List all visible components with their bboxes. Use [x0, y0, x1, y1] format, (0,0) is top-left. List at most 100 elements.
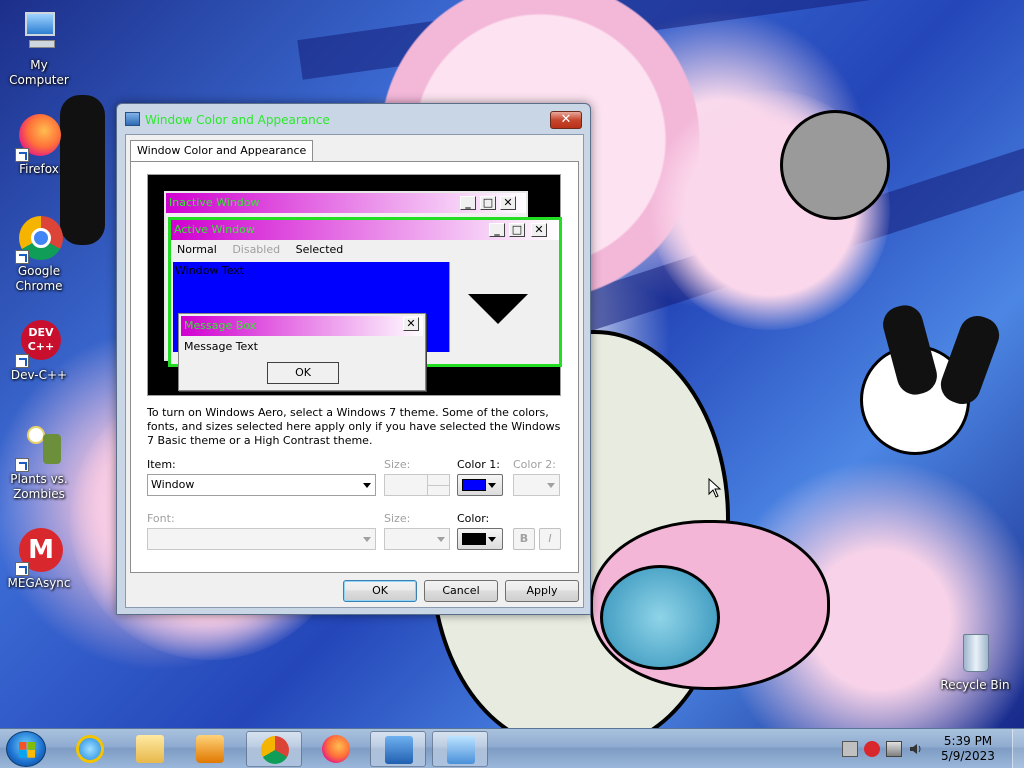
- clock[interactable]: 5:39 PM 5/9/2023: [928, 734, 1008, 764]
- desktop-icon-plants-vs-zombies[interactable]: Plants vs. Zombies: [1, 424, 77, 502]
- chevron-down-icon: [363, 537, 371, 542]
- preview-window-text: Window Text: [175, 264, 245, 277]
- taskbar-control-panel[interactable]: [432, 731, 488, 767]
- preview-menu-normal: Normal: [177, 243, 217, 256]
- bold-button[interactable]: B: [513, 528, 535, 550]
- color1-button[interactable]: [457, 474, 503, 496]
- preview-ok-button: OK: [267, 362, 339, 384]
- taskbar: 5:39 PM 5/9/2023: [0, 728, 1024, 769]
- preview-msgbox-text: Message Text: [184, 340, 258, 353]
- font-size-label: Size:: [384, 512, 411, 525]
- desktop-icon-label: Plants vs. Zombies: [10, 472, 68, 501]
- preview-scroll-area: [449, 262, 547, 352]
- item-size-spinner[interactable]: [384, 474, 450, 496]
- desktop-icon-label: MEGAsync: [7, 576, 71, 590]
- internet-explorer-icon: [76, 735, 104, 763]
- taskbar-media-player[interactable]: [182, 731, 238, 767]
- desktop-icon-my-computer[interactable]: My Computer: [1, 10, 77, 88]
- recycle-bin-icon: [951, 630, 999, 678]
- preview-maximize-icon: □: [509, 223, 525, 237]
- shortcut-arrow-icon: [15, 562, 29, 576]
- spin-up-icon[interactable]: [427, 475, 449, 485]
- shortcut-arrow-icon: [15, 354, 29, 368]
- color1-label: Color 1:: [457, 458, 500, 471]
- firefox-icon: [322, 735, 350, 763]
- desktop-icon-label: Firefox: [19, 162, 59, 176]
- volume-icon[interactable]: [908, 741, 924, 757]
- desktop-icon-label: Google Chrome: [15, 264, 63, 293]
- preview-inactive-title: Inactive Window: [169, 196, 260, 209]
- chevron-down-icon: [488, 537, 496, 542]
- color2-button[interactable]: [513, 474, 560, 496]
- preview-close-icon: ✕: [403, 317, 419, 331]
- start-button[interactable]: [6, 731, 46, 767]
- font-select[interactable]: [147, 528, 376, 550]
- color2-label: Color 2:: [513, 458, 556, 471]
- dialog-title: Window Color and Appearance: [145, 113, 330, 127]
- preview-active-title: Active Window: [174, 223, 255, 236]
- close-button[interactable]: ✕: [550, 111, 582, 129]
- media-player-icon: [196, 735, 224, 763]
- desktop-icon-google-chrome[interactable]: Google Chrome: [1, 216, 77, 294]
- system-tray: 5:39 PM 5/9/2023: [834, 729, 1024, 769]
- mega-icon: M: [15, 528, 63, 576]
- ok-button[interactable]: OK: [343, 580, 417, 602]
- chrome-icon: [15, 216, 63, 264]
- preview-menu-disabled: Disabled: [232, 243, 281, 256]
- clock-time: 5:39 PM: [943, 734, 993, 748]
- desktop-icon-recycle-bin[interactable]: Recycle Bin: [937, 630, 1013, 693]
- item-label: Item:: [147, 458, 176, 471]
- mouse-cursor-icon: [708, 478, 722, 498]
- preview-msgbox-titlebar: Message Box: [181, 316, 423, 336]
- folder-icon: [136, 735, 164, 763]
- taskbar-windows-explorer[interactable]: [122, 731, 178, 767]
- display-settings-icon: [125, 112, 140, 126]
- aero-description: To turn on Windows Aero, select a Window…: [147, 406, 561, 447]
- taskbar-display-settings[interactable]: [370, 731, 426, 767]
- chrome-icon: [261, 736, 289, 764]
- window-color-appearance-dialog: Window Color and Appearance ✕ Window Col…: [116, 103, 591, 615]
- font-color-swatch: [462, 533, 486, 545]
- action-center-flag-icon[interactable]: [842, 741, 858, 757]
- cancel-button[interactable]: Cancel: [424, 580, 498, 602]
- shortcut-arrow-icon: [15, 250, 29, 264]
- desktop-icon-megasync[interactable]: M MEGAsync: [1, 528, 77, 591]
- mega-tray-icon[interactable]: [864, 741, 880, 757]
- desktop-icon-firefox[interactable]: Firefox: [1, 114, 77, 177]
- dialog-client-area: Window Color and Appearance Inactive Win…: [125, 134, 584, 608]
- taskbar-internet-explorer[interactable]: [62, 731, 118, 767]
- shortcut-arrow-icon: [15, 458, 29, 472]
- display-settings-icon: [385, 736, 413, 764]
- tab-pane: Inactive Window _ □ ✕ Active Window _ □ …: [130, 161, 579, 573]
- taskbar-google-chrome[interactable]: [246, 731, 302, 767]
- apply-button[interactable]: Apply: [505, 580, 579, 602]
- preview-minimize-icon: _: [460, 196, 476, 210]
- show-desktop-button[interactable]: [1012, 729, 1024, 769]
- desktop-icon-label: My Computer: [9, 58, 69, 87]
- taskbar-firefox[interactable]: [308, 731, 364, 767]
- item-select[interactable]: Window: [147, 474, 376, 496]
- preview-menu-selected: Selected: [295, 243, 344, 256]
- triangle-down-icon: [468, 294, 528, 324]
- chevron-down-icon: [437, 537, 445, 542]
- dev-cpp-icon: DEV C++: [15, 320, 63, 368]
- font-label: Font:: [147, 512, 175, 525]
- preview-close-icon: ✕: [531, 223, 547, 237]
- preview-menu-bar: Normal Disabled Selected: [171, 240, 559, 260]
- network-icon[interactable]: [886, 741, 902, 757]
- color1-swatch: [462, 479, 486, 491]
- font-color-button[interactable]: [457, 528, 503, 550]
- clock-date: 5/9/2023: [941, 749, 995, 763]
- tab-window-color-appearance[interactable]: Window Color and Appearance: [130, 140, 314, 162]
- desktop-icon-label: Dev-C++: [10, 368, 68, 382]
- chevron-down-icon: [363, 483, 371, 488]
- font-size-select[interactable]: [384, 528, 450, 550]
- spin-down-icon[interactable]: [427, 485, 449, 495]
- appearance-preview[interactable]: Inactive Window _ □ ✕ Active Window _ □ …: [147, 174, 562, 396]
- desktop-icon-label: Recycle Bin: [940, 678, 1010, 692]
- firefox-icon: [15, 114, 63, 162]
- item-size-label: Size:: [384, 458, 411, 471]
- preview-maximize-icon: □: [480, 196, 496, 210]
- italic-button[interactable]: I: [539, 528, 561, 550]
- desktop-icon-dev-cpp[interactable]: DEV C++ Dev-C++: [1, 320, 77, 383]
